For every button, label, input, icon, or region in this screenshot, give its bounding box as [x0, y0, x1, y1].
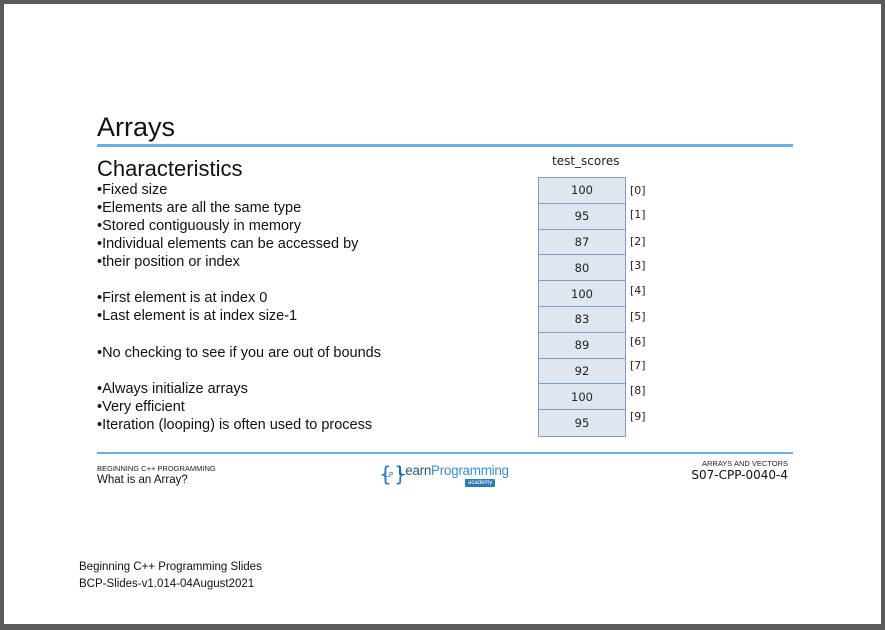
- array-cell: 89: [539, 333, 625, 359]
- array-name-label: test_scores: [552, 154, 620, 168]
- array-cell: 100: [539, 178, 625, 204]
- bullet-item: •No checking to see if you are out of bo…: [97, 345, 381, 361]
- logo-academy-badge: academy: [465, 479, 496, 487]
- section-name: ARRAYS AND VECTORS: [702, 459, 788, 468]
- bullet-item: •Iteration (looping) is often used to pr…: [97, 417, 373, 433]
- slide-code: S07-CPP-0040-4: [691, 468, 788, 482]
- array-index-label: [5]: [630, 310, 646, 323]
- section-heading: Characteristics: [97, 156, 243, 181]
- array-index-label: [8]: [630, 384, 646, 397]
- bullet-item: •Individual elements can be accessed by: [97, 236, 359, 252]
- slide-topic: What is an Array?: [97, 474, 188, 486]
- array-index-label: [4]: [630, 284, 646, 297]
- footer-divider: [97, 452, 793, 454]
- array-index-label: [3]: [630, 259, 646, 272]
- array-index-label: [2]: [630, 235, 646, 248]
- bullet-item: •First element is at index 0: [97, 290, 268, 306]
- bullet-item: •their position or index: [97, 254, 240, 270]
- array-cell: 87: [539, 230, 625, 256]
- bullet-item: •Last element is at index size-1: [97, 308, 298, 324]
- array-diagram: 100 95 87 80 100 83 89 92 100 95: [538, 177, 626, 437]
- array-index-label: [1]: [630, 208, 646, 221]
- document-title: Beginning C++ Programming Slides: [79, 561, 262, 573]
- document-note: Beginning C++ Programming Slides BCP-Sli…: [79, 559, 262, 593]
- slide-title: Arrays: [97, 112, 176, 142]
- array-index-label: [6]: [630, 335, 646, 348]
- bullet-item: •Very efficient: [97, 399, 185, 415]
- bullet-item: •Elements are all the same type: [97, 200, 302, 216]
- array-cell: 83: [539, 307, 625, 333]
- svg-text:LP: LP: [385, 471, 393, 479]
- course-name: BEGINNING C++ PROGRAMMING: [97, 464, 216, 473]
- array-cell: 92: [539, 359, 625, 385]
- array-index-label: [7]: [630, 359, 646, 372]
- title-divider: [97, 144, 793, 147]
- array-cell: 80: [539, 255, 625, 282]
- array-cell: 95: [539, 204, 625, 230]
- learnprogramming-logo: { LP } LearnProgramming academy: [379, 460, 509, 490]
- array-cell: 95: [574, 416, 590, 431]
- document-version: BCP-Slides-v1.014-04August2021: [79, 578, 255, 590]
- bullet-item: •Stored contiguously in memory: [97, 218, 302, 234]
- array-index-label: [9]: [630, 410, 646, 423]
- bullet-item: •Always initialize arrays: [97, 381, 248, 397]
- logo-wordmark: LearnProgramming: [398, 463, 509, 478]
- array-cell: 100: [539, 281, 625, 307]
- bullet-item: •Fixed size: [97, 182, 168, 198]
- array-cell: 100: [539, 384, 625, 411]
- array-index-label: [0]: [630, 184, 646, 197]
- slide-page: Arrays Characteristics •Fixed size •Elem…: [4, 4, 881, 624]
